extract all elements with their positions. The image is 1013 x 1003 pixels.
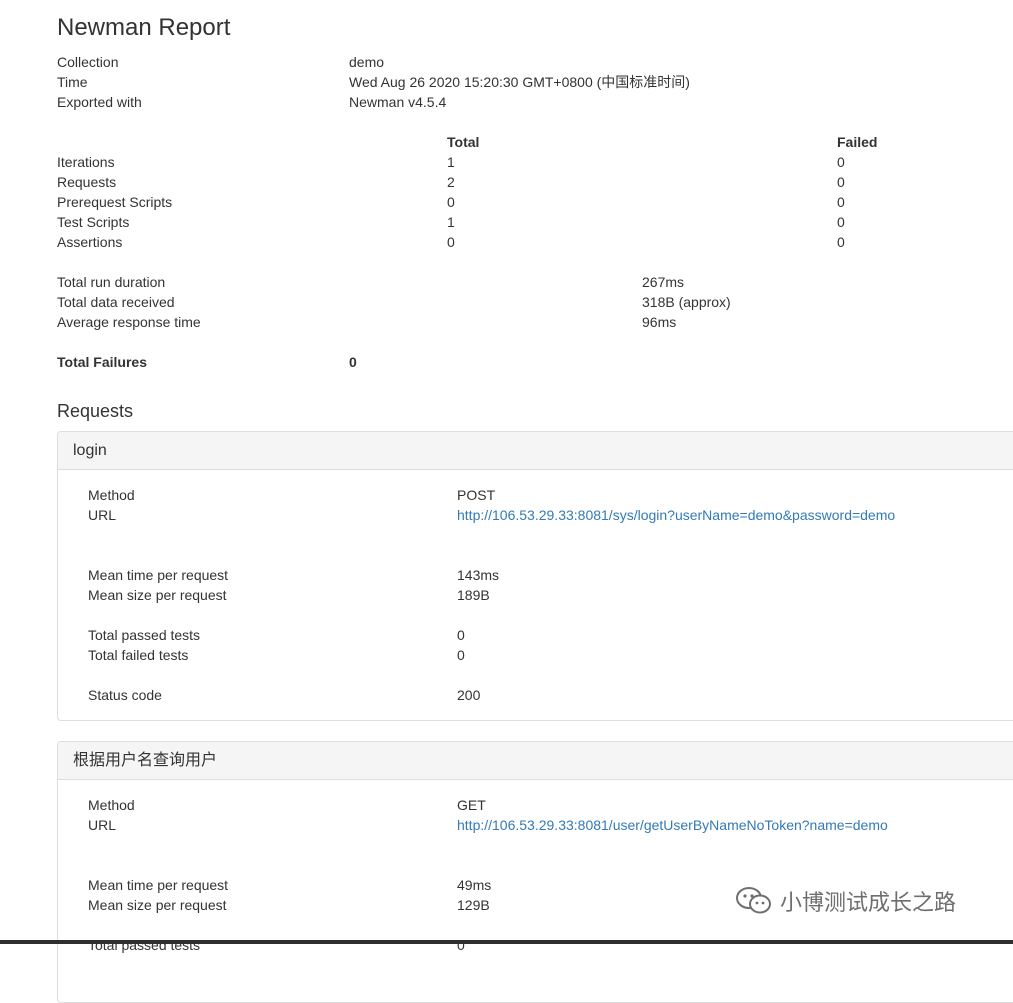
mean-size-label: Mean size per request [88,587,227,603]
total-failures-label: Total Failures [57,354,147,370]
stats-row-label: Test Scripts [57,214,130,230]
mean-time-value: 143ms [457,567,500,583]
stats-row-label: Prerequest Scripts [57,194,173,210]
timing-value-avg: 96ms [642,314,677,330]
method-value: POST [457,487,496,503]
url-label: URL [88,817,117,833]
timing-label-data: Total data received [57,294,175,310]
info-label-time: Time [57,74,88,90]
method-label: Method [88,487,135,503]
watermark-text: 小博测试成长之路 [780,890,957,915]
mean-size-label: Mean size per request [88,897,227,913]
request-panel-get-user: 根据用户名查询用户 Method GET URL http://106.53.2… [57,741,1013,1003]
passed-tests-value: 0 [457,937,465,953]
requests-heading: Requests [57,401,134,421]
failed-tests-label: Total failed tests [88,647,189,663]
stats-row-total: 0 [447,234,455,250]
url-label: URL [88,507,117,523]
stats-header-failed: Failed [837,134,878,150]
request-panel-login: login Method POST URL http://106.53.29.3… [57,431,1013,721]
stats-row-failed: 0 [837,154,845,170]
stats-row-total: 1 [447,154,455,170]
mean-time-value: 49ms [457,877,492,893]
stats-header-total: Total [447,134,480,150]
method-value: GET [457,797,486,813]
timing-label-avg: Average response time [57,314,201,330]
stats-row-total: 1 [447,214,455,230]
request-panel-heading: login [58,432,1013,470]
passed-tests-label: Total passed tests [88,627,201,643]
stats-row-total: 0 [447,194,455,210]
status-code-label: Status code [88,687,162,703]
stats-row-label: Requests [57,174,117,190]
stats-row-label: Assertions [57,234,123,250]
timing-label-duration: Total run duration [57,274,166,290]
info-label-collection: Collection [57,54,119,70]
mean-size-value: 129B [457,897,490,913]
stats-row-failed: 0 [837,234,845,250]
stats-row-label: Iterations [57,154,115,170]
request-url-link[interactable]: http://106.53.29.33:8081/sys/login?userN… [457,505,895,525]
total-failures-value: 0 [349,354,357,370]
mean-time-label: Mean time per request [88,567,229,583]
method-label: Method [88,797,135,813]
stats-row-failed: 0 [837,214,845,230]
mean-size-value: 189B [457,587,490,603]
wechat-icon [734,885,774,917]
info-label-exported: Exported with [57,94,142,110]
passed-tests-label: Total passed tests [88,937,201,953]
bottom-divider [0,940,1013,944]
request-panel-heading: 根据用户名查询用户 [58,742,1013,780]
passed-tests-value: 0 [457,627,465,643]
timing-value-duration: 267ms [642,274,685,290]
info-value-time: Wed Aug 26 2020 15:20:30 GMT+0800 (中国标准时… [349,74,690,90]
request-url-link[interactable]: http://106.53.29.33:8081/user/getUserByN… [457,815,888,835]
mean-time-label: Mean time per request [88,877,229,893]
failed-tests-value: 0 [457,647,465,663]
stats-row-failed: 0 [837,194,845,210]
stats-row-total: 2 [447,174,455,190]
info-value-collection: demo [349,54,385,70]
info-value-exported: Newman v4.5.4 [349,94,447,110]
status-code-value: 200 [457,687,481,703]
page-title: Newman Report [57,14,231,41]
timing-value-data: 318B (approx) [642,294,731,310]
watermark: 小博测试成长之路 [734,884,956,918]
stats-row-failed: 0 [837,174,845,190]
